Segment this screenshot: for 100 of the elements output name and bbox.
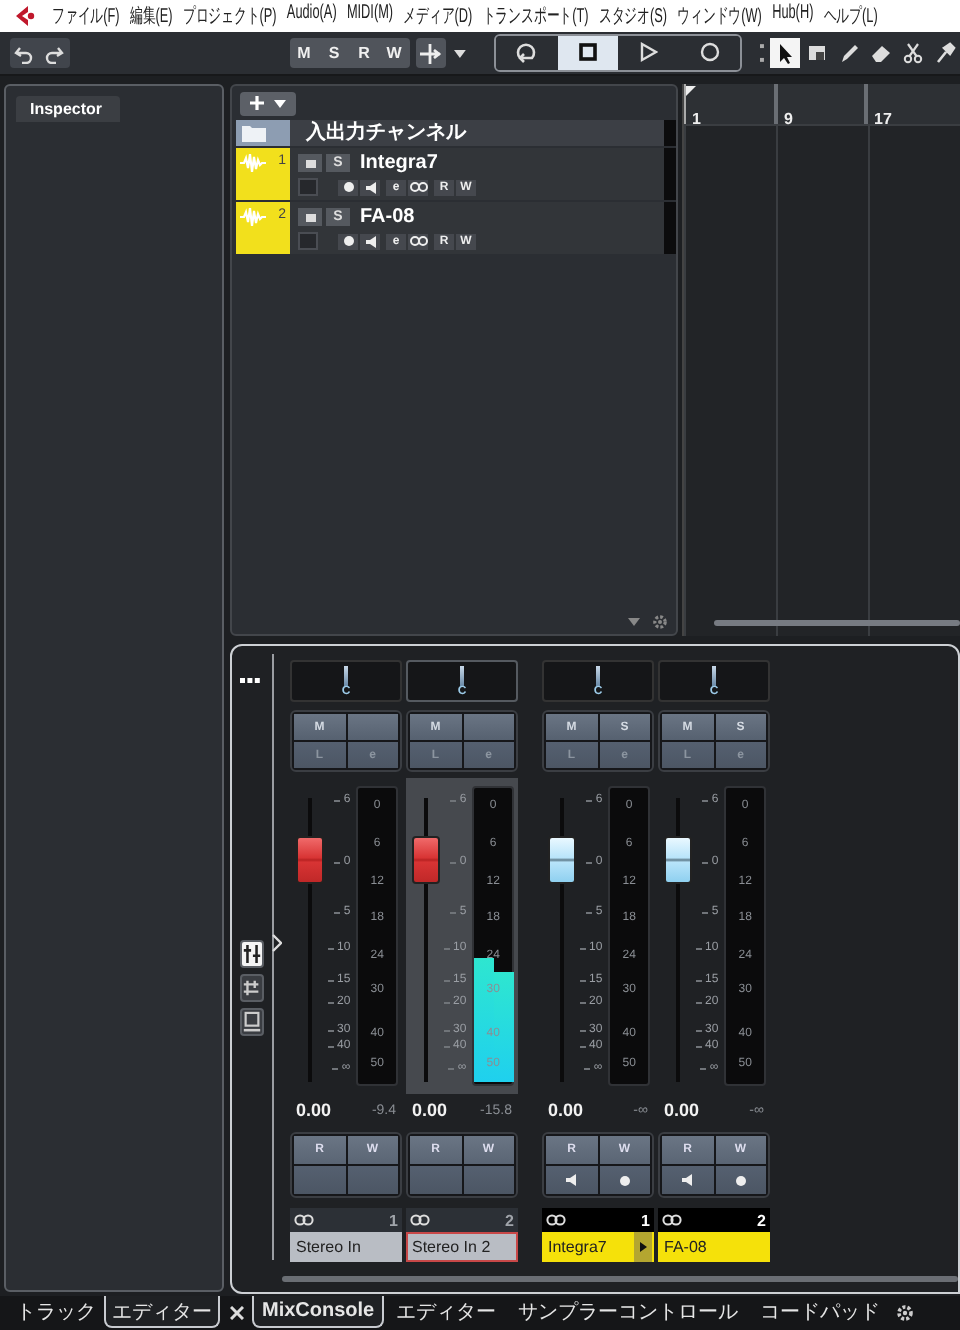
fader-handle[interactable]: [548, 836, 576, 885]
routing-view-button[interactable]: [240, 974, 264, 1002]
eraser-icon: [870, 42, 893, 64]
chevron-icon[interactable]: [272, 934, 282, 952]
bar-number: 9: [784, 110, 793, 128]
record-icon: [343, 182, 353, 192]
zone-tab[interactable]: エディター: [386, 1296, 507, 1328]
record-icon: [699, 42, 720, 64]
grip-icon: [760, 44, 765, 62]
scissors-icon: [902, 42, 925, 64]
link-icon: [662, 1214, 682, 1226]
record-enable-button[interactable]: [338, 179, 358, 195]
track-name[interactable]: FA-08: [360, 206, 415, 228]
add-track-button[interactable]: [240, 91, 296, 115]
record-icon: [735, 1175, 746, 1185]
zone-tab[interactable]: トラック: [8, 1296, 104, 1328]
menu-item[interactable]: 編集(E): [129, 2, 173, 30]
close-icon[interactable]: [230, 1306, 244, 1320]
menu-item[interactable]: トランスポート(T): [482, 2, 589, 30]
stop-button[interactable]: [557, 36, 619, 70]
speaker-icon: [682, 1174, 693, 1186]
link-icon: [409, 182, 427, 192]
monitor-button[interactable]: [360, 179, 380, 195]
fader-handle[interactable]: [296, 836, 324, 885]
menu-item[interactable]: メディア(D): [403, 2, 473, 30]
speaker-icon: [566, 1174, 577, 1186]
caret-icon[interactable]: [454, 49, 467, 57]
locator-icon: [686, 86, 696, 96]
menu-item[interactable]: ウィンドウ(W): [677, 2, 762, 30]
split-tool-button[interactable]: [415, 38, 447, 68]
monitor-view-button[interactable]: [240, 1008, 264, 1036]
record-enable-button[interactable]: [715, 1166, 766, 1194]
monitor-button[interactable]: [360, 233, 380, 249]
track-name[interactable]: Integra7: [360, 152, 438, 174]
volume-value[interactable]: 0.00: [296, 1100, 332, 1120]
record-icon: [619, 1175, 630, 1185]
play-icon: [638, 42, 659, 64]
link-button[interactable]: [408, 179, 428, 195]
channel-name[interactable]: Stereo In 2: [408, 1238, 491, 1256]
mode-button[interactable]: R: [349, 38, 379, 68]
link-button[interactable]: [408, 233, 428, 249]
undo-icon[interactable]: [14, 43, 35, 63]
redo-icon[interactable]: [44, 43, 65, 63]
channel-name[interactable]: Stereo In: [292, 1238, 361, 1256]
square-icon: [305, 159, 315, 167]
mode-button[interactable]: M: [289, 38, 319, 68]
waveform-icon: [240, 154, 266, 172]
menu-item[interactable]: Hub(H): [772, 2, 814, 30]
menu-item[interactable]: ファイル(F): [52, 2, 120, 30]
monitor-button[interactable]: [662, 1166, 713, 1194]
volume-value[interactable]: 0.00: [548, 1100, 584, 1120]
volume-value[interactable]: 0.00: [412, 1100, 448, 1120]
link-icon: [410, 1214, 430, 1226]
split-icon: [418, 43, 443, 63]
zone-tab[interactable]: サンプラーコントロール: [508, 1296, 749, 1328]
folder-icon: [242, 124, 266, 142]
scrollbar[interactable]: [714, 620, 960, 626]
more-icon[interactable]: [240, 678, 260, 684]
channel-number: 2: [757, 1211, 766, 1229]
zone-tab[interactable]: コードパッド: [750, 1296, 891, 1328]
mute-button[interactable]: [298, 154, 322, 172]
fader-handle[interactable]: [412, 836, 440, 885]
mode-button[interactable]: S: [319, 38, 349, 68]
monitor-button[interactable]: [546, 1166, 597, 1194]
menu-item[interactable]: MIDI(M): [346, 2, 394, 30]
folder-track-name[interactable]: 入出力チャンネル: [290, 120, 664, 146]
range-icon: [806, 42, 829, 64]
gear-icon[interactable]: [896, 1304, 915, 1322]
faders-view-button[interactable]: [240, 940, 264, 968]
menu-item[interactable]: プロジェクト(P): [182, 2, 277, 30]
inspector-tab[interactable]: Inspector: [16, 96, 121, 122]
volume-value[interactable]: 0.00: [664, 1100, 700, 1120]
pointer-tool-button[interactable]: [770, 38, 801, 68]
pencil-icon: [838, 42, 861, 64]
menu-item[interactable]: Audio(A): [286, 2, 337, 30]
menu-item[interactable]: スタジオ(S): [598, 2, 668, 30]
bar-number: 1: [692, 110, 701, 128]
mute-button[interactable]: [298, 208, 322, 226]
speaker-icon: [365, 181, 375, 193]
logo-icon: [12, 4, 36, 28]
record-enable-button[interactable]: [338, 233, 358, 249]
scrollbar[interactable]: [282, 1276, 958, 1282]
bar-number: 17: [874, 110, 892, 128]
mode-button[interactable]: W: [379, 38, 409, 68]
link-icon: [294, 1214, 314, 1226]
channel-name[interactable]: Integra7: [544, 1238, 607, 1256]
stop-icon: [577, 42, 598, 64]
channel-number: 1: [641, 1211, 650, 1229]
square-icon: [305, 213, 315, 221]
channel-name[interactable]: FA-08: [660, 1238, 707, 1256]
link-icon: [546, 1214, 566, 1226]
record-enable-button[interactable]: [599, 1166, 650, 1194]
record-icon: [343, 236, 353, 246]
link-icon: [409, 236, 427, 246]
menu-item[interactable]: ヘルプ(L): [823, 2, 878, 30]
zone-tab[interactable]: エディター: [104, 1296, 220, 1328]
plus-icon: [250, 96, 265, 110]
zone-tab[interactable]: MixConsole: [252, 1296, 385, 1328]
pointer-icon: [774, 42, 797, 64]
fader-handle[interactable]: [664, 836, 692, 885]
